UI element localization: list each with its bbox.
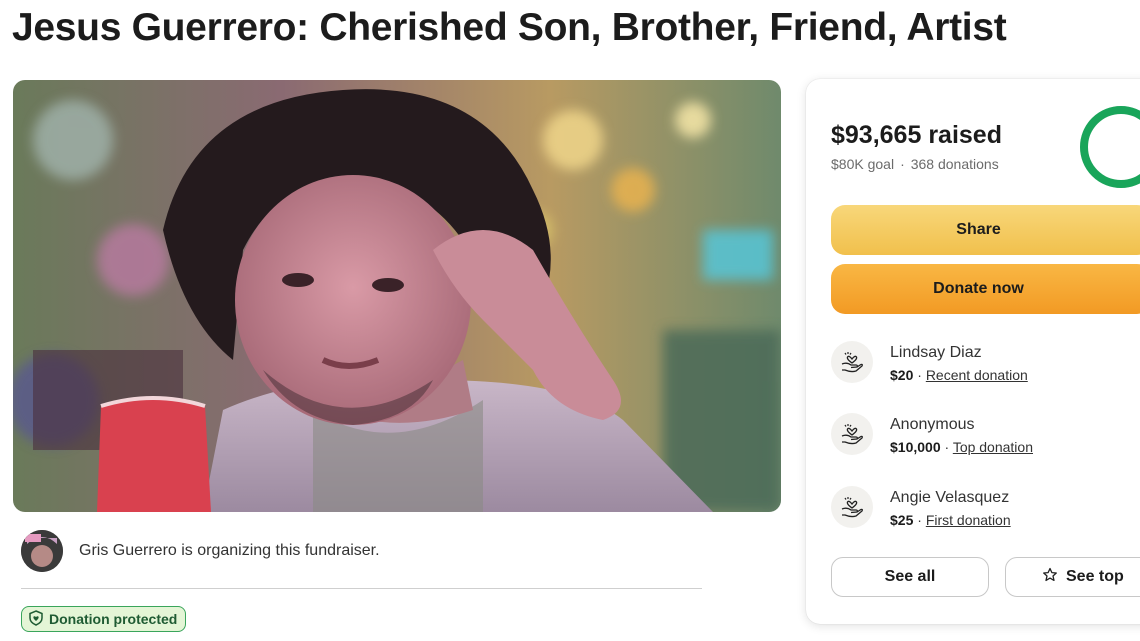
- badge-label: Donation protected: [49, 611, 178, 627]
- separator: ·: [913, 367, 926, 383]
- hand-heart-icon: [831, 486, 873, 528]
- goal-summary: $80K goal · 368 donations: [831, 156, 999, 172]
- donation-sidebar: $93,665 raised $80K goal · 368 donations S…: [806, 79, 1140, 624]
- donation-amount: $10,000: [890, 439, 941, 455]
- donor-name: Angie Velasquez: [890, 489, 1010, 506]
- recent-donation-link[interactable]: Recent donation: [926, 367, 1028, 383]
- donation-count: 368 donations: [910, 156, 999, 172]
- star-icon: [1042, 567, 1058, 588]
- page-title: Jesus Guerrero: Cherished Son, Brother, …: [12, 6, 1007, 49]
- donation-amount: $20: [890, 367, 914, 383]
- share-button[interactable]: Share: [831, 205, 1140, 255]
- organizer-avatar[interactable]: [21, 530, 63, 572]
- donation-item: Anonymous $10,000 · Top donation: [831, 413, 1033, 457]
- donation-protected-badge[interactable]: Donation protected: [21, 606, 187, 632]
- donor-name: Anonymous: [890, 416, 975, 433]
- shield-heart-icon: [28, 609, 44, 629]
- separator-dot: ·: [900, 156, 905, 172]
- first-donation-link[interactable]: First donation: [926, 512, 1011, 528]
- separator: ·: [913, 512, 926, 528]
- progress-ring: [1080, 106, 1140, 188]
- donation-item: Angie Velasquez $25 · First donation: [831, 486, 1011, 530]
- hand-heart-icon: [831, 341, 873, 383]
- goal-amount: $80K goal: [831, 156, 895, 172]
- separator: ·: [940, 439, 953, 455]
- hand-heart-icon: [831, 413, 873, 455]
- divider: [21, 588, 702, 589]
- see-top-label: See top: [1066, 568, 1124, 585]
- see-all-button[interactable]: See all: [831, 557, 989, 597]
- donor-name: Lindsay Diaz: [890, 344, 982, 361]
- campaign-photo: [13, 80, 781, 512]
- donation-amount: $25: [890, 512, 914, 528]
- donation-item: Lindsay Diaz $20 · Recent donation: [831, 341, 1028, 385]
- see-top-button[interactable]: See top: [1005, 557, 1140, 597]
- donate-now-button[interactable]: Donate now: [831, 264, 1140, 314]
- organizer-row: Gris Guerrero is organizing this fundrai…: [21, 530, 380, 572]
- see-all-label: See all: [884, 568, 936, 585]
- top-donation-link[interactable]: Top donation: [953, 439, 1033, 455]
- organizer-text: Gris Guerrero is organizing this fundrai…: [79, 542, 380, 559]
- amount-raised: $93,665 raised: [831, 121, 1002, 149]
